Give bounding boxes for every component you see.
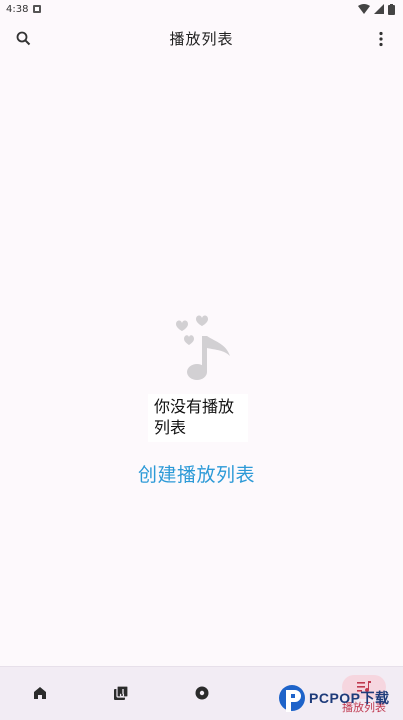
nav-item-home[interactable] [0, 667, 80, 720]
nav-item-library[interactable] [81, 667, 161, 720]
more-options-icon[interactable] [371, 29, 391, 49]
battery-icon [388, 3, 395, 15]
empty-message-line2: 列表 [154, 418, 187, 437]
search-icon[interactable] [14, 29, 34, 49]
page-title: 播放列表 [169, 29, 234, 48]
empty-state: 你没有播放 列表 创建播放列表 [0, 310, 403, 510]
music-hearts-illustration [176, 315, 230, 380]
watermark-logo: PCPOP下载 [276, 682, 403, 720]
status-time: 4:38 [6, 3, 29, 15]
app-bar: 播放列表 [0, 18, 403, 58]
notification-icon [33, 5, 42, 13]
empty-message-line1: 你没有播放 [154, 397, 235, 416]
signal-icon [374, 4, 384, 14]
pcpop-logo-icon [279, 685, 305, 712]
library-icon [114, 685, 129, 700]
empty-message: 你没有播放 列表 [148, 394, 248, 442]
watermark-text: PCPOP下载 [309, 690, 390, 706]
status-bar: 4:38 [0, 0, 403, 18]
record-icon [195, 686, 209, 700]
create-playlist-link[interactable]: 创建播放列表 [0, 460, 393, 487]
nav-item-record[interactable] [162, 667, 242, 720]
wifi-icon [358, 4, 370, 14]
home-icon [34, 687, 46, 699]
